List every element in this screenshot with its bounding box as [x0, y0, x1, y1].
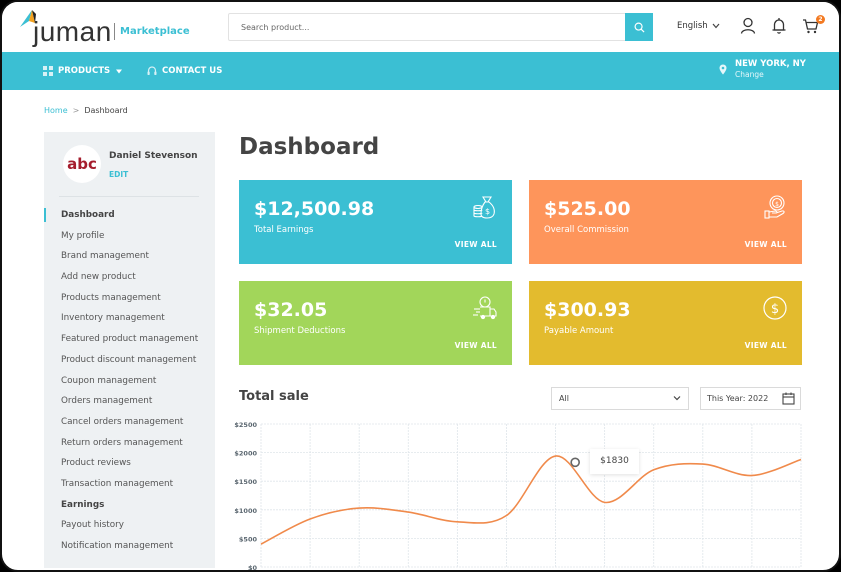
sidebar-item-inventory-management[interactable]: Inventory management: [44, 311, 215, 332]
card-value: $525.00: [544, 198, 631, 220]
sidebar-item-notification-management[interactable]: Notification management: [44, 539, 215, 560]
sidebar-menu: Dashboard My profile Brand management Add n…: [44, 208, 215, 560]
breadcrumb: Home > Dashboard: [44, 106, 128, 115]
calendar-icon: [782, 392, 795, 405]
dollar-circle-icon: $: [763, 296, 787, 320]
page-title: Dashboard: [239, 134, 380, 160]
y-tick-label: $500: [239, 535, 258, 543]
card-overall-commission: $525.00 Overall Commission $ VIEW ALL: [529, 180, 802, 264]
nav-contact-label: CONTACT US: [162, 66, 223, 76]
y-tick-label: $0: [248, 564, 258, 572]
sidebar-item-dashboard[interactable]: Dashboard: [44, 208, 215, 229]
card-label: Payable Amount: [544, 326, 614, 336]
sidebar-item-return-orders-management[interactable]: Return orders management: [44, 436, 215, 457]
cart-count-badge: 2: [816, 15, 825, 24]
location-pin-icon: [719, 64, 727, 74]
user-name: Daniel Stevenson: [109, 151, 198, 161]
breadcrumb-current: Dashboard: [84, 106, 128, 115]
card-value: $12,500.98: [254, 198, 375, 220]
card-value: $32.05: [254, 299, 328, 321]
money-bag-icon: $: [473, 196, 495, 219]
user-icon[interactable]: [740, 17, 756, 35]
y-tick-label: $2000: [234, 450, 257, 458]
location-city: NEW YORK, NY: [735, 59, 806, 69]
sidebar-item-featured-product-management[interactable]: Featured product management: [44, 332, 215, 353]
sidebar-item-coupon-management[interactable]: Coupon management: [44, 374, 215, 395]
highlight-point: [570, 457, 580, 468]
filter-value: All: [559, 394, 569, 403]
sidebar-item-add-new-product[interactable]: Add new product: [44, 270, 215, 291]
sidebar-item-orders-management[interactable]: Orders management: [44, 394, 215, 415]
view-all-link[interactable]: VIEW ALL: [745, 240, 787, 249]
headphones-icon: [147, 66, 157, 75]
y-tick-label: $1000: [234, 507, 257, 515]
sidebar-item-product-reviews[interactable]: Product reviews: [44, 456, 215, 477]
brand-logo[interactable]: juman Marketplace: [20, 10, 190, 47]
total-sale-title: Total sale: [239, 389, 309, 404]
commission-hand-icon: $: [764, 195, 785, 219]
svg-text:$: $: [485, 207, 490, 216]
logo-divider: [114, 23, 115, 40]
card-label: Shipment Deductions: [254, 326, 346, 336]
card-shipment-deductions: $32.05 Shipment Deductions VIEW ALL: [239, 281, 512, 365]
main-nav: PRODUCTS CONTACT US NEW YORK, NY Change: [2, 52, 839, 90]
sidebar-item-payout-history[interactable]: Payout history: [44, 518, 215, 539]
breadcrumb-home[interactable]: Home: [44, 106, 68, 115]
svg-text:$: $: [775, 201, 779, 208]
y-tick-label: $2500: [234, 421, 257, 429]
sidebar-divider: [59, 196, 199, 197]
view-all-link[interactable]: VIEW ALL: [745, 341, 787, 350]
card-label: Overall Commission: [544, 225, 629, 235]
sales-line: [260, 455, 802, 545]
sidebar-item-brand-management[interactable]: Brand management: [44, 249, 215, 270]
grid-icon: [43, 66, 53, 76]
sidebar-item-cancel-orders-management[interactable]: Cancel orders management: [44, 415, 215, 436]
sidebar-item-product-discount-management[interactable]: Product discount management: [44, 353, 215, 374]
y-tick-label: $1500: [234, 478, 257, 486]
caret-down-icon: [116, 69, 123, 73]
category-filter-select[interactable]: All: [551, 387, 689, 410]
sidebar-item-earnings: Earnings: [61, 499, 105, 510]
delivery-truck-icon: [473, 296, 497, 320]
nav-products-label: PRODUCTS: [58, 66, 111, 76]
edit-profile-link[interactable]: EDIT: [109, 170, 128, 179]
card-payable-amount: $300.93 Payable Amount $ VIEW ALL: [529, 281, 802, 365]
location-selector[interactable]: NEW YORK, NY Change: [719, 59, 806, 79]
brand-name: juman: [33, 16, 112, 47]
language-selector[interactable]: English: [677, 21, 720, 31]
search-icon: [634, 22, 645, 33]
app-window: juman Marketplace English: [0, 0, 841, 572]
sidebar-item-my-profile[interactable]: My profile: [44, 229, 215, 250]
bell-icon[interactable]: [771, 17, 787, 35]
breadcrumb-separator: >: [72, 106, 80, 115]
date-range-picker[interactable]: This Year: 2022: [700, 387, 801, 410]
avatar[interactable]: abc: [63, 145, 101, 183]
nav-contact[interactable]: CONTACT US: [147, 66, 222, 76]
location-change-link[interactable]: Change: [735, 70, 806, 79]
search-bar: [228, 13, 653, 41]
top-header: juman Marketplace English: [2, 2, 839, 52]
sidebar-item-products-management[interactable]: Products management: [44, 291, 215, 312]
card-label: Total Earnings: [254, 225, 314, 235]
chevron-down-icon: [673, 396, 681, 401]
search-button[interactable]: [625, 13, 653, 41]
view-all-link[interactable]: VIEW ALL: [455, 240, 497, 249]
chevron-down-icon: [712, 23, 720, 29]
language-label: English: [677, 21, 708, 31]
card-value: $300.93: [544, 299, 631, 321]
nav-products[interactable]: PRODUCTS: [43, 66, 123, 76]
sidebar: abc Daniel Stevenson EDIT Dashboard My pr…: [44, 132, 215, 568]
sidebar-item-transaction-management[interactable]: Transaction management: [44, 477, 215, 498]
total-sale-chart: $0 $500 $1000 $1500 $2000 $2500: [234, 421, 802, 572]
view-all-link[interactable]: VIEW ALL: [455, 341, 497, 350]
card-total-earnings: $12,500.98 Total Earnings $ VIEW ALL: [239, 180, 512, 264]
avatar-text: abc: [67, 155, 97, 173]
brand-subtitle: Marketplace: [120, 26, 190, 37]
company-logo-icon: abc: [67, 155, 97, 173]
date-value: This Year: 2022: [707, 394, 769, 403]
chart-tooltip: $1830: [590, 449, 639, 474]
search-input[interactable]: [229, 14, 626, 40]
svg-text:$: $: [771, 302, 779, 317]
